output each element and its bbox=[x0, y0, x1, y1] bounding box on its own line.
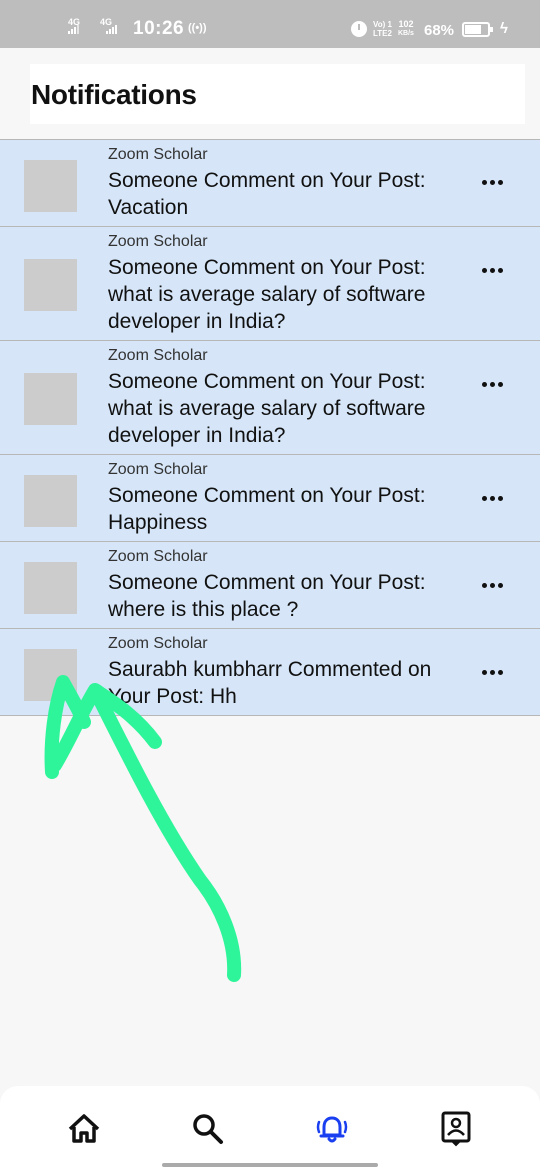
notification-item[interactable]: Zoom Scholar Someone Comment on Your Pos… bbox=[0, 541, 540, 628]
network-speed: 102 KB/s bbox=[398, 20, 414, 38]
notification-message: Someone Comment on Your Post: Happiness bbox=[108, 484, 426, 534]
notification-sender: Zoom Scholar bbox=[108, 347, 208, 364]
notification-sender: Zoom Scholar bbox=[108, 461, 208, 478]
profile-icon[interactable] bbox=[436, 1108, 476, 1148]
notification-message: Someone Comment on Your Post: Vacation bbox=[108, 169, 426, 219]
page-title: Notifications bbox=[31, 79, 197, 110]
battery-icon bbox=[462, 22, 493, 37]
notification-message: Someone Comment on Your Post: what is av… bbox=[108, 256, 426, 333]
notification-item[interactable]: Zoom Scholar Someone Comment on Your Pos… bbox=[0, 139, 540, 226]
alarm-icon bbox=[351, 21, 367, 37]
notification-item[interactable]: Zoom Scholar Someone Comment on Your Pos… bbox=[0, 226, 540, 340]
status-bar: 4G 4G 10:26 ((•)) Vo) 1 LTE2 102 KB/s 68… bbox=[0, 0, 540, 48]
more-options-icon[interactable] bbox=[482, 496, 503, 501]
more-options-icon[interactable] bbox=[482, 268, 503, 273]
notifications-bell-icon[interactable] bbox=[312, 1108, 352, 1148]
notification-item[interactable]: Zoom Scholar Someone Comment on Your Pos… bbox=[0, 340, 540, 454]
notification-item[interactable]: Zoom Scholar Saurabh kumbharr Commented … bbox=[0, 628, 540, 716]
network-speed-value: 102 bbox=[398, 19, 414, 29]
notification-message: Saurabh kumbharr Commented on Your Post:… bbox=[108, 658, 432, 708]
more-options-icon[interactable] bbox=[482, 583, 503, 588]
notification-message: Someone Comment on Your Post: what is av… bbox=[108, 370, 426, 447]
notification-thumbnail bbox=[24, 475, 77, 527]
hotspot-icon: ((•)) bbox=[188, 22, 207, 34]
notification-item[interactable]: Zoom Scholar Someone Comment on Your Pos… bbox=[0, 454, 540, 541]
status-time: 10:26 bbox=[133, 18, 185, 39]
notification-thumbnail bbox=[24, 160, 77, 212]
notification-thumbnail bbox=[24, 259, 77, 311]
lte-label: LTE2 bbox=[373, 29, 392, 38]
notification-thumbnail bbox=[24, 649, 77, 701]
charging-icon: ϟ bbox=[500, 20, 508, 37]
notification-sender: Zoom Scholar bbox=[108, 548, 208, 565]
more-options-icon[interactable] bbox=[482, 180, 503, 185]
notification-sender: Zoom Scholar bbox=[108, 233, 208, 250]
more-options-icon[interactable] bbox=[482, 382, 503, 387]
battery-percentage: 68% bbox=[424, 22, 455, 39]
network-speed-unit: KB/s bbox=[398, 30, 414, 37]
more-options-icon[interactable] bbox=[482, 670, 503, 675]
volte-indicator: Vo) 1 LTE2 bbox=[373, 20, 392, 38]
notification-thumbnail bbox=[24, 373, 77, 425]
home-indicator bbox=[162, 1163, 378, 1167]
notification-message: Someone Comment on Your Post: where is t… bbox=[108, 571, 426, 621]
home-icon[interactable] bbox=[64, 1108, 104, 1148]
signal-strength-icon-2 bbox=[106, 25, 117, 34]
signal-strength-icon bbox=[68, 25, 79, 34]
notification-thumbnail bbox=[24, 562, 77, 614]
search-icon[interactable] bbox=[187, 1108, 227, 1148]
bottom-navigation bbox=[0, 1086, 540, 1170]
volte-label: Vo) 1 bbox=[373, 20, 392, 29]
notification-sender: Zoom Scholar bbox=[108, 635, 208, 652]
notification-sender: Zoom Scholar bbox=[108, 146, 208, 163]
